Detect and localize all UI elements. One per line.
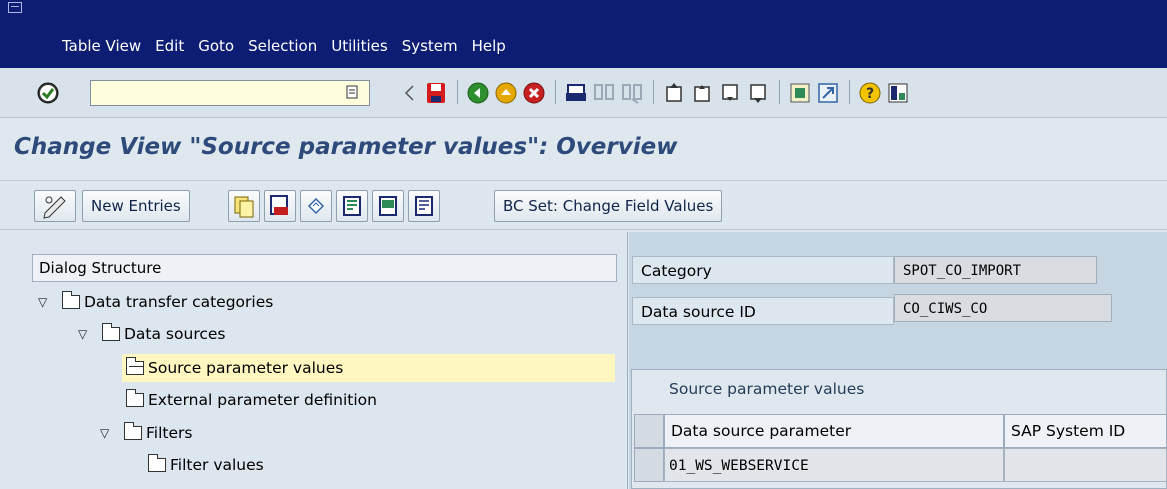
select-block-button[interactable] <box>372 190 404 222</box>
new-entries-button[interactable]: New Entries <box>82 190 190 222</box>
tree-item-label: Filter values <box>170 456 264 474</box>
menu-table-view[interactable]: Table View <box>62 37 141 55</box>
expand-triangle-icon[interactable]: ▽ <box>100 426 114 440</box>
select-all-icon <box>343 196 361 216</box>
main-menu: Table View Edit Goto Selection Utilities… <box>62 37 520 55</box>
tree-item-filters[interactable]: ▽ Filters <box>100 419 192 447</box>
find-next-icon[interactable] <box>620 81 644 105</box>
command-input[interactable] <box>91 81 331 105</box>
delete-icon <box>270 195 288 215</box>
copy-icon <box>234 196 254 218</box>
expand-triangle-icon[interactable]: ▽ <box>78 327 92 341</box>
copy-as-button[interactable] <box>228 190 260 222</box>
enter-icon[interactable] <box>36 81 60 105</box>
tree-item-label: Data sources <box>124 325 226 343</box>
system-menu-icon[interactable] <box>8 2 22 13</box>
print-icon[interactable] <box>564 81 588 105</box>
toolbar-separator <box>779 80 780 104</box>
svg-text:?: ? <box>866 86 874 102</box>
toolbar-separator <box>555 80 556 104</box>
deselect-all-button[interactable] <box>408 190 440 222</box>
command-field[interactable] <box>90 80 370 106</box>
menu-goto[interactable]: Goto <box>198 37 234 55</box>
shortcut-icon[interactable] <box>816 81 840 105</box>
folder-icon <box>123 422 142 440</box>
folder-icon <box>101 323 120 341</box>
menu-utilities[interactable]: Utilities <box>331 37 387 55</box>
tree-item-source-parameter-values[interactable]: Source parameter values <box>122 354 615 382</box>
column-header-data-source-parameter[interactable]: Data source parameter <box>664 414 1004 448</box>
delete-button[interactable] <box>264 190 296 222</box>
create-session-icon[interactable] <box>788 81 812 105</box>
pencil-glasses-icon <box>43 196 66 219</box>
tree-item-data-transfer-categories[interactable]: ▽ Data transfer categories <box>38 288 273 316</box>
tree-item-label: Filters <box>146 424 193 442</box>
row-selector[interactable] <box>634 448 664 482</box>
dialog-structure-header: Dialog Structure <box>32 254 617 282</box>
menu-bar: Table View Edit Goto Selection Utilities… <box>0 0 1167 68</box>
select-all-rows-button[interactable] <box>634 414 664 448</box>
tree-item-filter-values[interactable]: Filter values <box>147 451 264 479</box>
tree-item-label: Data transfer categories <box>84 293 274 311</box>
tree-item-external-parameter-definition[interactable]: External parameter definition <box>125 386 377 414</box>
expand-triangle-icon[interactable]: ▽ <box>38 295 52 309</box>
help-icon[interactable]: ? <box>858 81 882 105</box>
prev-page-icon[interactable] <box>690 81 714 105</box>
deselect-all-icon <box>415 196 433 216</box>
toolbar-separator <box>653 80 654 104</box>
data-source-id-label: Data source ID <box>632 297 894 325</box>
undo-icon <box>307 197 325 215</box>
menu-help[interactable]: Help <box>472 37 506 55</box>
first-page-icon[interactable] <box>662 81 686 105</box>
tree-item-label: Source parameter values <box>148 359 344 377</box>
save-icon[interactable] <box>424 81 448 105</box>
display-change-button[interactable] <box>34 190 76 222</box>
cancel-icon[interactable] <box>522 81 546 105</box>
menu-system[interactable]: System <box>402 37 458 55</box>
select-block-icon <box>379 196 397 216</box>
table-cell-sap-system-id[interactable] <box>1004 448 1167 482</box>
toolbar-separator <box>457 80 458 104</box>
category-label: Category <box>632 256 894 284</box>
command-history-icon[interactable] <box>342 82 362 102</box>
folder-icon <box>61 291 80 309</box>
last-page-icon[interactable] <box>746 81 770 105</box>
data-source-id-field[interactable]: CO_CIWS_CO <box>894 294 1112 322</box>
page-title: Change View "Source parameter values": O… <box>14 134 678 160</box>
toolbar-separator <box>849 80 850 104</box>
menu-selection[interactable]: Selection <box>248 37 317 55</box>
menu-edit[interactable]: Edit <box>155 37 184 55</box>
select-all-button[interactable] <box>336 190 368 222</box>
table-title: Source parameter values <box>669 380 865 398</box>
folder-icon <box>147 454 166 472</box>
table-cell-data-source-parameter[interactable]: 01_WS_WEBSERVICE <box>664 448 1004 482</box>
category-field[interactable]: SPOT_CO_IMPORT <box>894 256 1097 284</box>
back-icon[interactable] <box>398 81 422 105</box>
back-nav-icon[interactable] <box>466 81 490 105</box>
folder-icon <box>125 389 144 407</box>
find-icon[interactable] <box>592 81 616 105</box>
exit-icon[interactable] <box>494 81 518 105</box>
open-folder-icon <box>125 357 144 375</box>
undo-change-button[interactable] <box>300 190 332 222</box>
bc-set-change-field-values-button[interactable]: BC Set: Change Field Values <box>494 190 723 222</box>
layout-icon[interactable] <box>886 81 910 105</box>
column-header-sap-system-id[interactable]: SAP System ID <box>1004 414 1167 448</box>
tree-item-data-sources[interactable]: ▽ Data sources <box>78 320 225 348</box>
next-page-icon[interactable] <box>718 81 742 105</box>
tree-item-label: External parameter definition <box>148 391 377 409</box>
